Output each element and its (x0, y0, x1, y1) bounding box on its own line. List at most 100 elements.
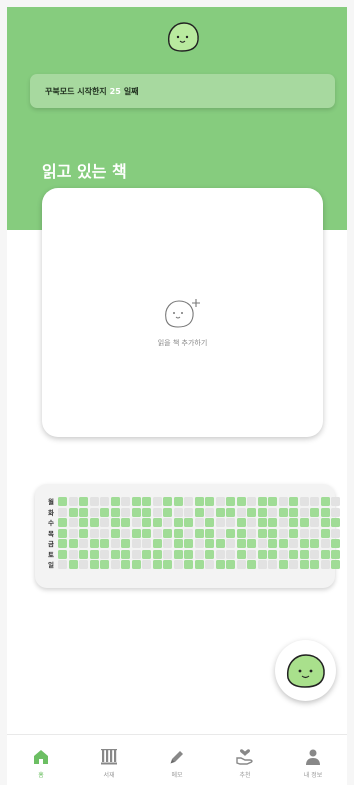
grass-cell (110, 507, 120, 517)
grass-cell (205, 539, 214, 548)
grass-cell (289, 507, 298, 517)
grass-cell (79, 560, 88, 569)
grass-cell (226, 507, 235, 517)
grass-cell (215, 539, 225, 548)
grass-cell (121, 549, 130, 559)
grass-cell (215, 528, 225, 538)
grass-cell (68, 518, 78, 527)
grass-cell (173, 497, 183, 506)
grass-cell (194, 539, 204, 548)
grass-cell (257, 497, 267, 506)
grass-cell (226, 560, 235, 569)
grass-cell (331, 560, 340, 569)
grass-cell (110, 539, 120, 548)
nav-item-home[interactable]: 홈 (7, 735, 75, 779)
grass-cell (68, 507, 78, 517)
grass-cell (152, 518, 162, 527)
grass-cell (310, 549, 319, 559)
grass-cell (331, 507, 340, 517)
grass-cell (194, 528, 204, 538)
app-screen: 꾸북모드 시작한지 25 일째 읽고 있는 책 읽을 책 추가하기 월 화 수 … (7, 7, 347, 785)
grass-cell (110, 560, 120, 569)
grass-cell (58, 560, 67, 569)
nav-item-library[interactable]: 서재 (75, 735, 143, 779)
grass-cell (131, 497, 141, 506)
weekday-labels: 월 화 수 목 금 토 일 (45, 497, 57, 571)
pencil-icon (170, 751, 183, 764)
grass-cell (257, 507, 267, 517)
grass-cell (299, 539, 309, 548)
grass-cell (163, 560, 172, 569)
nav-item-memo[interactable]: 메모 (143, 735, 211, 779)
turtle-mascot-logo (168, 22, 199, 52)
grass-cell (310, 497, 319, 506)
grass-cell (194, 518, 204, 527)
grass-cell (247, 518, 256, 527)
grass-cell (310, 539, 319, 548)
grass-cell (142, 539, 151, 548)
grass-cell (247, 497, 256, 506)
grass-cell (236, 528, 246, 538)
grass-cell (163, 549, 172, 559)
grass-cell (320, 539, 330, 548)
grass-cell (310, 507, 319, 517)
grass-cell (173, 560, 183, 569)
grass-cell (142, 560, 151, 569)
grass-cell (131, 528, 141, 538)
grass-cell (89, 507, 99, 517)
grass-cell (68, 528, 78, 538)
grass-cell (163, 528, 172, 538)
streak-banner: 꾸북모드 시작한지 25 일째 (30, 74, 335, 108)
mascot-fab-button[interactable] (275, 640, 336, 701)
grass-cell (142, 549, 151, 559)
grass-cell (205, 507, 214, 517)
grass-cell (205, 560, 214, 569)
grass-cell (236, 539, 246, 548)
grass-cell (226, 539, 235, 548)
grass-cell (320, 518, 330, 527)
grass-cell (89, 497, 99, 506)
weekday-label: 목 (48, 529, 54, 538)
grass-cell (257, 539, 267, 548)
grass-cell (194, 560, 204, 569)
grass-cell (173, 539, 183, 548)
grass-cell (289, 539, 298, 548)
grass-cell (289, 497, 298, 506)
grass-cell (215, 549, 225, 559)
grass-cell (299, 528, 309, 538)
grass-cell (194, 549, 204, 559)
grass-cell (163, 507, 172, 517)
grass-cell (184, 507, 193, 517)
grass-cell (152, 528, 162, 538)
grass-cell (131, 507, 141, 517)
nav-item-recommend[interactable]: 추천 (211, 735, 279, 779)
grass-cell (215, 560, 225, 569)
streak-prefix: 꾸북모드 시작한지 (45, 86, 107, 96)
grass-cell (268, 539, 277, 548)
weekday-label: 화 (48, 508, 54, 517)
grass-cell (310, 560, 319, 569)
nav-label-home: 홈 (38, 772, 44, 779)
grass-cell (89, 560, 99, 569)
nav-item-my-info[interactable]: 내 정보 (279, 735, 347, 779)
reading-section-title: 읽고 있는 책 (42, 162, 127, 181)
add-book-button[interactable]: 읽을 책 추가하기 (42, 296, 323, 348)
weekday-label: 금 (48, 540, 54, 548)
add-mascot-icon (164, 299, 200, 328)
grass-cell (121, 518, 130, 527)
weekday-label: 토 (48, 550, 54, 559)
reading-book-card[interactable]: 읽을 책 추가하기 (42, 188, 323, 437)
grass-cell (184, 518, 193, 527)
grass-cell (226, 497, 235, 506)
grass-cell (100, 549, 109, 559)
grass-cell (257, 549, 267, 559)
grass-cell (100, 539, 109, 548)
grass-cell (278, 528, 288, 538)
grass-cell (247, 507, 256, 517)
grass-cell (121, 528, 130, 538)
grass-cell (247, 528, 256, 538)
grass-cell (142, 507, 151, 517)
grass-cell (121, 507, 130, 517)
grass-cell (278, 518, 288, 527)
grass-cell (226, 528, 235, 538)
